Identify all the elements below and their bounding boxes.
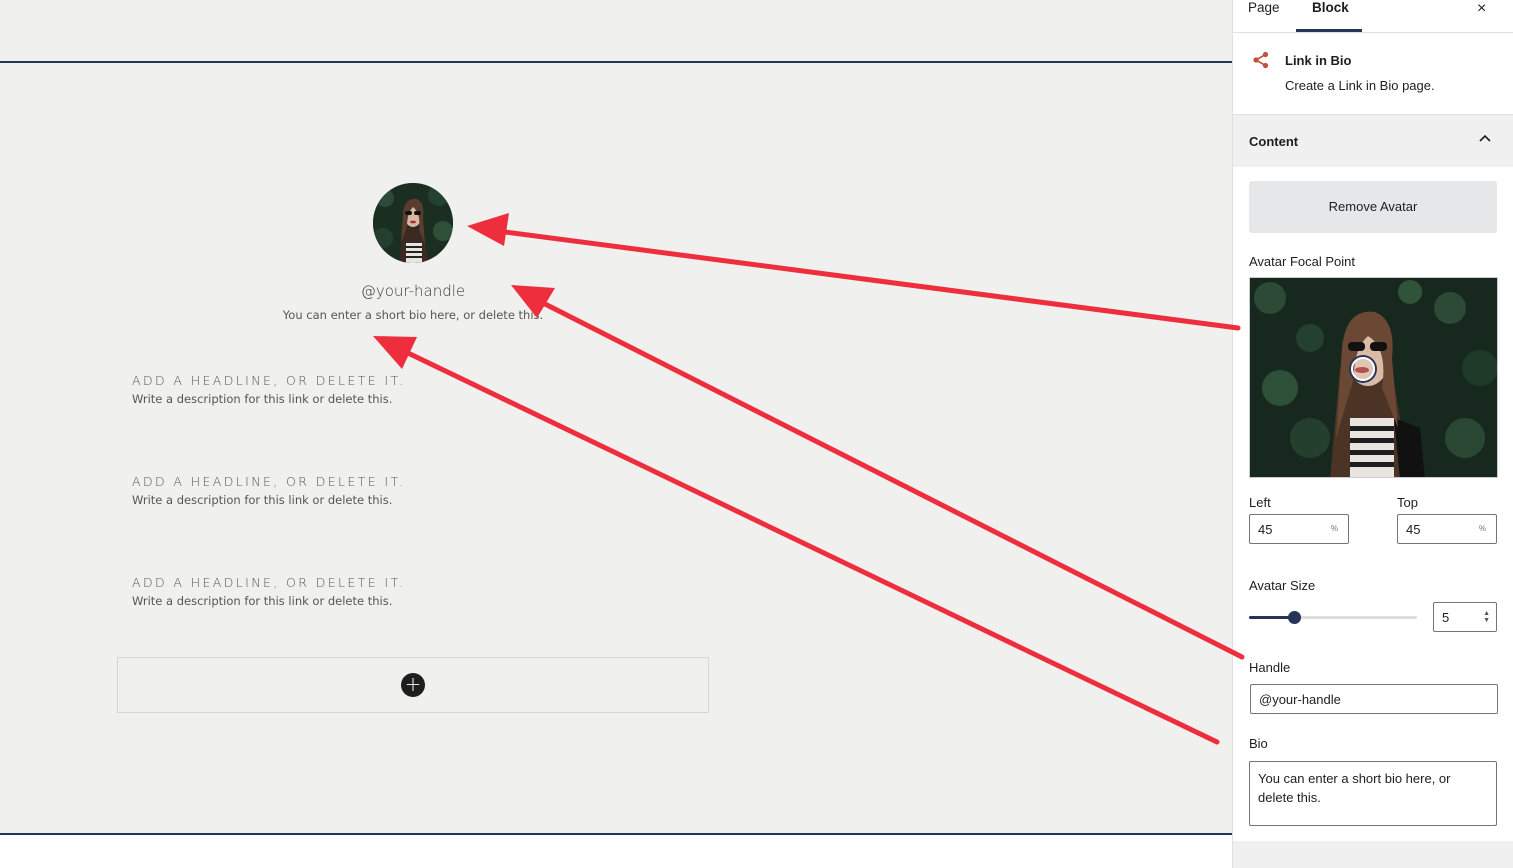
block-description: Create a Link in Bio page. (1285, 78, 1435, 93)
content-panel-toggle[interactable]: Content (1233, 115, 1513, 167)
link-item[interactable]: ADD A HEADLINE, OR DELETE IT. Write a de… (132, 373, 405, 406)
focal-top-label: Top (1397, 495, 1418, 510)
close-icon[interactable]: × (1477, 0, 1486, 18)
avatar-image (373, 183, 453, 263)
tab-page[interactable]: Page (1248, 0, 1280, 15)
focal-left-value: 45 (1258, 522, 1273, 537)
link-item[interactable]: ADD A HEADLINE, OR DELETE IT. Write a de… (132, 474, 405, 507)
bio-label: Bio (1249, 736, 1268, 751)
avatar[interactable] (373, 183, 453, 263)
link-description: Write a description for this link or del… (132, 493, 393, 507)
link-headline: ADD A HEADLINE, OR DELETE IT. (132, 373, 406, 388)
block-title: Link in Bio (1285, 53, 1352, 68)
focal-left-input[interactable]: 45 % (1249, 514, 1349, 544)
link-description: Write a description for this link or del… (132, 594, 393, 608)
editor-canvas: @your-handle You can enter a short bio h… (0, 0, 1232, 868)
stepper-icon[interactable]: ▲ ▼ (1483, 610, 1490, 624)
share-icon (1253, 51, 1269, 69)
focal-point-label: Avatar Focal Point (1249, 254, 1355, 269)
handle-input[interactable]: @your-handle (1250, 684, 1498, 714)
focal-point-picker[interactable] (1249, 277, 1498, 478)
link-headline: ADD A HEADLINE, OR DELETE IT. (132, 575, 406, 590)
header-divider (0, 61, 1232, 63)
avatar-size-input[interactable]: 5 ▲ ▼ (1433, 602, 1497, 632)
focal-point-image (1250, 278, 1497, 477)
block-settings-sidebar: Page Block × Link in Bio Create a Link i… (1232, 0, 1513, 868)
percent-unit: % (1478, 524, 1486, 533)
focal-left-label: Left (1249, 495, 1271, 510)
remove-avatar-button[interactable]: Remove Avatar (1249, 181, 1497, 233)
focal-point-handle[interactable] (1351, 357, 1375, 381)
avatar-size-label: Avatar Size (1249, 578, 1316, 593)
link-headline: ADD A HEADLINE, OR DELETE IT. (132, 474, 406, 489)
links-panel-toggle[interactable] (1233, 841, 1513, 868)
avatar-size-value: 5 (1442, 610, 1450, 625)
focal-top-input[interactable]: 45 % (1397, 514, 1497, 544)
add-link-block[interactable]: + (117, 657, 709, 713)
bio-handle[interactable]: @your-handle (0, 282, 826, 300)
focal-top-value: 45 (1406, 522, 1421, 537)
add-link-button[interactable]: + (401, 673, 425, 697)
block-card: Link in Bio Create a Link in Bio page. (1233, 33, 1513, 115)
bio-description[interactable]: You can enter a short bio here, or delet… (0, 308, 826, 322)
chevron-up-icon (1479, 134, 1491, 142)
percent-unit: % (1330, 524, 1338, 533)
tab-block[interactable]: Block (1312, 0, 1349, 15)
canvas-footer (0, 835, 1232, 868)
avatar-size-slider[interactable] (1249, 611, 1417, 624)
slider-thumb[interactable] (1288, 611, 1302, 624)
sidebar-tabs: Page Block × (1233, 0, 1513, 33)
link-description: Write a description for this link or del… (132, 392, 393, 406)
content-panel-title: Content (1249, 134, 1299, 149)
handle-label: Handle (1249, 660, 1291, 675)
bio-textarea[interactable]: You can enter a short bio here, or delet… (1249, 761, 1497, 826)
active-tab-indicator (1296, 29, 1362, 32)
link-item[interactable]: ADD A HEADLINE, OR DELETE IT. Write a de… (132, 575, 405, 608)
